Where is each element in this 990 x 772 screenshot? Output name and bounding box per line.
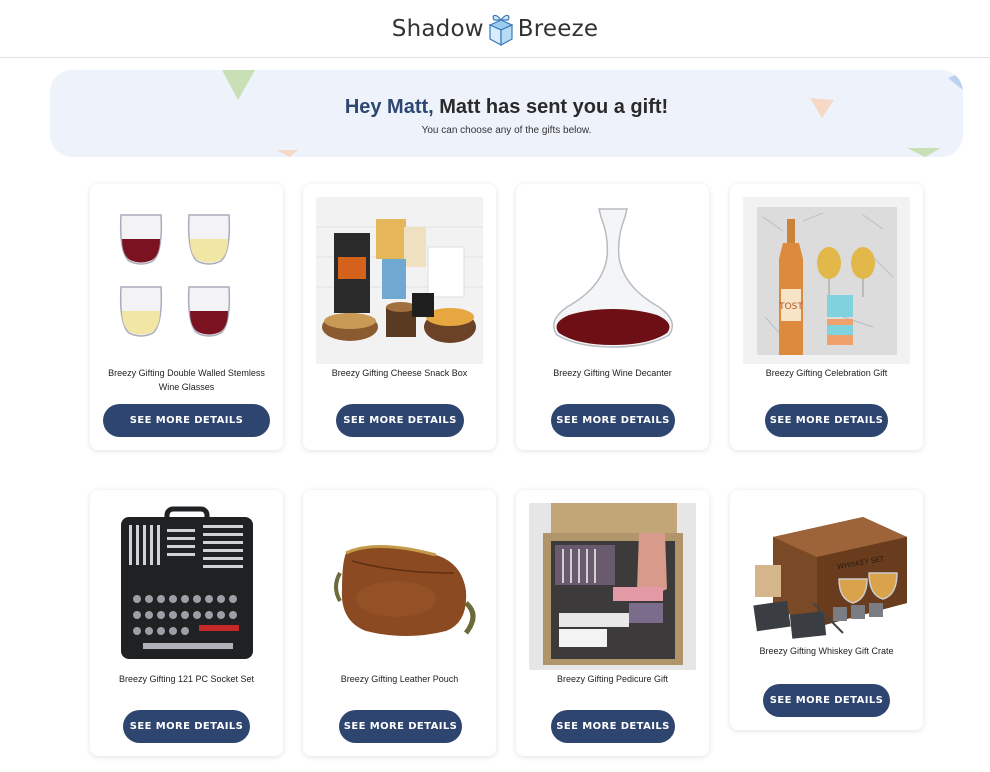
gift-card[interactable]: Breezy Gifting Leather Pouch SEE MORE DE… <box>303 490 496 756</box>
pedicure-gift-image[interactable] <box>529 503 696 670</box>
gift-name: Breezy Gifting Cheese Snack Box <box>331 368 468 378</box>
gift-name: Breezy Gifting Wine Decanter <box>553 368 672 378</box>
gift-name: Breezy Gifting Double Walled Stemless Wi… <box>108 368 265 392</box>
see-more-details-button[interactable]: SEE MORE DETAILS <box>763 684 890 717</box>
gift-card[interactable]: Breezy Gifting 121 PC Socket Set SEE MOR… <box>90 490 283 756</box>
brand-name-right: Breeze <box>517 15 599 42</box>
see-more-details-button[interactable]: SEE MORE DETAILS <box>765 404 888 437</box>
celebration-gift-image[interactable]: TOST <box>743 197 910 364</box>
confetti-decoration <box>222 70 963 157</box>
gift-banner: Hey Matt, Matt has sent you a gift! You … <box>50 70 963 157</box>
gift-card[interactable]: Breezy Gifting Wine Decanter SEE MORE DE… <box>516 184 709 450</box>
gift-name: Breezy Gifting Leather Pouch <box>340 674 459 684</box>
gift-name: Breezy Gifting Pedicure Gift <box>556 674 669 684</box>
cheese-snack-box-image[interactable] <box>316 197 483 364</box>
see-more-details-button[interactable]: SEE MORE DETAILS <box>339 710 462 743</box>
socket-set-image[interactable] <box>103 503 270 670</box>
see-more-details-button[interactable]: SEE MORE DETAILS <box>551 710 675 743</box>
gift-card[interactable]: WHISKEY SET Breezy Gifting Whiskey Gift … <box>730 490 923 730</box>
site-header: Shadow Breeze <box>0 0 990 58</box>
leather-pouch-image[interactable] <box>316 503 483 670</box>
gift-name: Breezy Gifting Celebration Gift <box>765 368 888 378</box>
gift-card[interactable]: TOST Breezy Gifting Celebration Gift SEE… <box>730 184 923 450</box>
wine-glasses-image[interactable] <box>103 197 270 364</box>
see-more-details-button[interactable]: SEE MORE DETAILS <box>336 404 464 437</box>
bottle-label: TOST <box>778 302 803 312</box>
gift-card[interactable]: Breezy Gifting Cheese Snack Box SEE MORE… <box>303 184 496 450</box>
see-more-details-button[interactable]: SEE MORE DETAILS <box>551 404 675 437</box>
see-more-details-button[interactable]: SEE MORE DETAILS <box>123 710 250 743</box>
gift-name: Breezy Gifting 121 PC Socket Set <box>118 674 255 684</box>
gift-card[interactable]: Breezy Gifting Pedicure Gift SEE MORE DE… <box>516 490 709 756</box>
gift-box-icon <box>488 14 514 46</box>
whiskey-gift-crate-image[interactable]: WHISKEY SET <box>743 503 910 653</box>
brand-logo[interactable]: Shadow Breeze <box>392 11 598 47</box>
brand-name-left: Shadow <box>391 15 484 42</box>
gift-name: Breezy Gifting Whiskey Gift Crate <box>759 646 894 656</box>
gift-card[interactable]: Breezy Gifting Double Walled Stemless Wi… <box>90 184 283 450</box>
wine-decanter-image[interactable] <box>529 197 696 364</box>
see-more-details-button[interactable]: SEE MORE DETAILS <box>103 404 270 437</box>
